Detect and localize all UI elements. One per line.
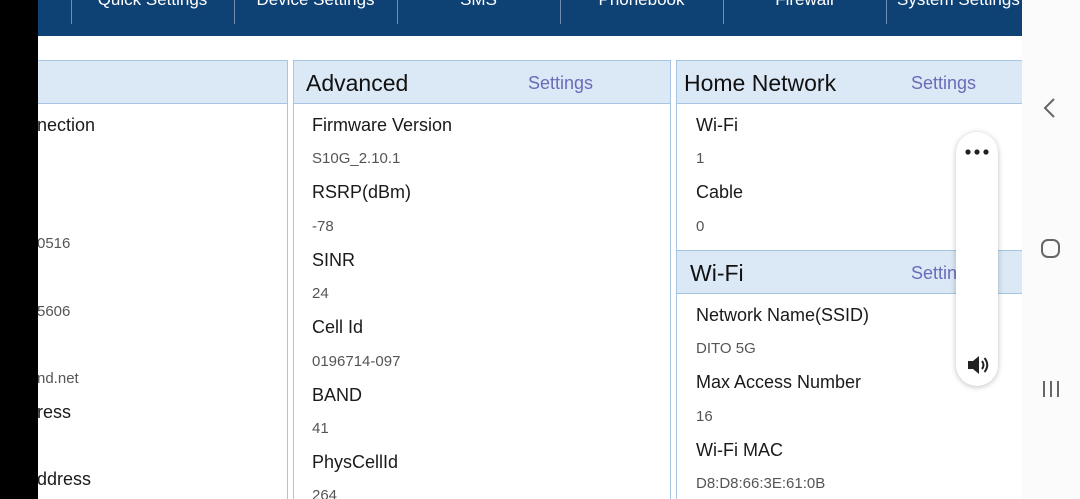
home-network-settings-link[interactable]: Settings	[911, 73, 976, 94]
band-label: BAND	[312, 385, 363, 405]
sinr-label: SINR	[312, 250, 356, 270]
tab-sms[interactable]: SMS	[397, 0, 559, 24]
recents-icon[interactable]	[1040, 378, 1062, 405]
wifi-count-label: Wi-Fi	[696, 115, 738, 135]
advanced-panel: Advanced Settings Firmware Version S10G_…	[293, 60, 671, 499]
rsrp-label: RSRP(dBm)	[312, 182, 412, 202]
home-icon[interactable]	[1040, 238, 1062, 265]
wifi-mac-label: Wi-Fi MAC	[696, 440, 783, 460]
physcellid-label: PhysCellId	[312, 452, 399, 472]
tab-system-settings[interactable]: System Settings	[886, 0, 1022, 24]
connection-label: nection	[38, 115, 96, 135]
band-value: 41	[312, 420, 329, 437]
cell-id-label: Cell Id	[312, 317, 364, 337]
cable-count-value: 0	[696, 218, 705, 235]
screen-edge	[0, 0, 38, 499]
status-value-3: nd.net	[38, 370, 79, 387]
max-access-label: Max Access Number	[696, 372, 862, 392]
tab-phonebook[interactable]: Phonebook	[560, 0, 722, 24]
status-value-1: 0516	[38, 235, 71, 252]
sinr-value: 24	[312, 285, 329, 302]
firmware-version-value: S10G_2.10.1	[312, 150, 401, 167]
firmware-version-label: Firmware Version	[312, 115, 453, 135]
dashboard-content: nection 0516 5606 nd.net ress ddress Adv…	[38, 36, 1022, 499]
tab-device-settings[interactable]: Device Settings	[234, 0, 396, 24]
address-label: ress	[38, 402, 72, 422]
wifi-title: Wi-Fi	[690, 260, 744, 286]
tab-quick-settings[interactable]: Quick Settings	[71, 0, 233, 24]
status-panel: nection 0516 5606 nd.net ress ddress	[38, 60, 288, 499]
wifi-settings-link[interactable]: Settin	[911, 263, 957, 284]
tab-firewall[interactable]: Firewall	[723, 0, 885, 24]
advanced-panel-header: Advanced Settings	[294, 61, 670, 104]
max-access-value: 16	[696, 408, 713, 425]
ssid-value: DITO 5G	[696, 340, 756, 357]
advanced-title: Advanced	[306, 70, 409, 96]
speaker-icon[interactable]	[965, 352, 991, 383]
rsrp-value: -78	[312, 218, 334, 235]
ip-address-label: ddress	[38, 469, 92, 489]
top-navigation: Quick Settings Device Settings SMS Phone…	[38, 0, 1022, 36]
more-dots-icon[interactable]	[964, 144, 990, 165]
home-network-panel-header: Home Network Settings	[677, 61, 1022, 104]
cable-count-label: Cable	[696, 182, 744, 202]
home-network-title: Home Network	[684, 70, 837, 96]
status-value-2: 5606	[38, 303, 71, 320]
back-chevron-icon[interactable]	[1040, 96, 1060, 125]
wifi-mac-value: D8:D8:66:3E:61:0B	[696, 475, 826, 492]
status-panel-header	[38, 61, 287, 104]
cell-id-value: 0196714-097	[312, 353, 401, 370]
volume-popup	[956, 132, 998, 386]
physcellid-value: 264	[312, 487, 338, 499]
ssid-label: Network Name(SSID)	[696, 305, 870, 325]
advanced-settings-link[interactable]: Settings	[528, 73, 593, 94]
wifi-count-value: 1	[696, 150, 705, 167]
